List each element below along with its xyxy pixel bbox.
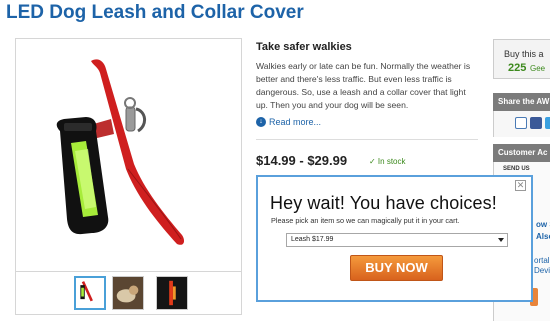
sidebar-glimpse-3[interactable]: ortal [534,256,550,265]
email-icon[interactable] [515,117,527,129]
sidebar-glimpse-4[interactable]: Devi [534,266,550,275]
choices-popup: ✕ Hey wait! You have choices! Please pic… [256,175,533,302]
share-icons [493,111,550,137]
product-main-image[interactable] [16,39,241,271]
divider [256,139,478,140]
share-heading: Share the AW [493,93,550,111]
chevron-down-icon [498,238,504,242]
stock-status: ✓ In stock [369,157,406,166]
facebook-icon[interactable] [530,117,542,129]
thumbnail-1[interactable] [74,276,106,310]
thumbnail-3[interactable] [156,276,188,310]
read-more-label: Read more... [269,117,322,127]
product-description: Walkies early or late can be fun. Normal… [256,61,471,110]
close-icon[interactable]: ✕ [515,180,526,191]
arrow-down-circle-icon: ↓ [256,117,266,127]
price-range: $14.99 - $29.99 [256,153,348,168]
read-more-link[interactable]: ↓ Read more... [256,117,321,127]
buy-now-button[interactable]: BUY NOW [350,255,443,281]
send-us-label: SEND US [503,166,530,172]
item-select-value: Leash $17.99 [291,236,334,243]
product-image-panel [15,38,242,315]
item-select[interactable]: Leash $17.99 [286,233,508,247]
thumbnail-2[interactable] [112,276,144,310]
geek-points-label: Gee [530,64,546,73]
page-title: LED Dog Leash and Collar Cover [6,2,304,23]
popup-subtitle: Please pick an item so we can magically … [271,216,460,225]
customer-account-heading: Customer Ac [493,144,550,162]
geek-points-value: 225 [508,62,527,74]
buy-this-box: Buy this a 225 Gee [493,39,550,79]
sidebar-glimpse-2: Also [536,232,550,241]
thumbnail-strip [16,271,241,314]
popup-title: Hey wait! You have choices! [270,193,497,213]
buy-this-label: Buy this a [504,49,544,59]
twitter-icon[interactable] [545,117,550,129]
sidebar-glimpse-1: ow S [536,220,550,229]
product-subtitle: Take safer walkies [256,41,352,53]
